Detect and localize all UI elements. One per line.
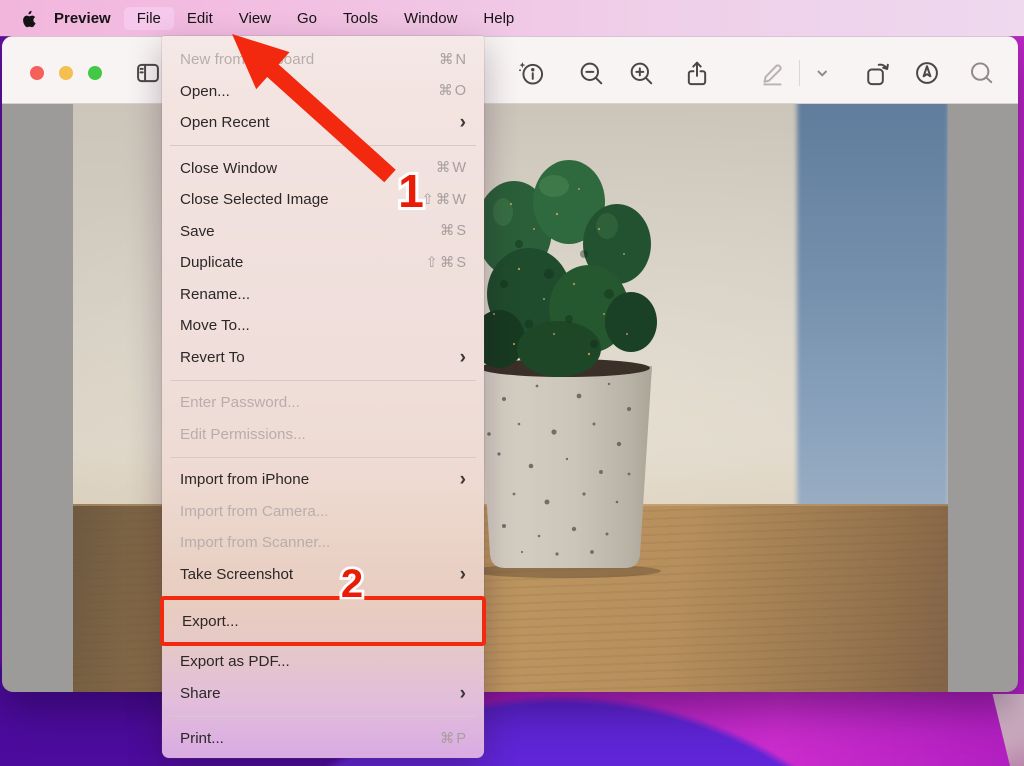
- menu-item-label: Open...: [180, 83, 438, 100]
- menu-item-shortcut: ⌘S: [440, 223, 468, 239]
- menu-item-revert-to[interactable]: Revert To›: [162, 342, 484, 374]
- menu-item-export[interactable]: Export...: [164, 600, 482, 642]
- menu-item-label: Export as PDF...: [180, 653, 468, 670]
- menubar-item-file[interactable]: File: [124, 7, 174, 30]
- menu-item-shortcut: ⇧⌘W: [422, 192, 468, 208]
- menu-item-shortcut: ⌘O: [438, 83, 468, 99]
- menu-item-import-from-scanner: Import from Scanner...: [162, 527, 484, 559]
- menu-separator: [170, 380, 476, 381]
- menubar: PreviewFileEditViewGoToolsWindowHelp: [0, 0, 1024, 36]
- submenu-chevron-icon: ›: [460, 113, 466, 132]
- menu-item-label: New from Clipboard: [180, 51, 439, 68]
- menubar-item-help[interactable]: Help: [470, 7, 527, 30]
- menu-item-save[interactable]: Save⌘S: [162, 216, 484, 248]
- minimize-window-button[interactable]: [59, 66, 73, 80]
- menubar-items: PreviewFileEditViewGoToolsWindowHelp: [41, 7, 527, 30]
- menu-item-label: Open Recent: [180, 114, 460, 131]
- apple-menu-icon[interactable]: [19, 8, 37, 28]
- menu-item-label: Print...: [180, 730, 440, 747]
- file-menu-items: New from Clipboard⌘NOpen...⌘OOpen Recent…: [162, 44, 484, 755]
- menubar-item-tools[interactable]: Tools: [330, 7, 391, 30]
- menu-item-shortcut: ⇧⌘S: [426, 255, 468, 271]
- menu-separator: [170, 145, 476, 146]
- menu-item-label: Move To...: [180, 317, 468, 334]
- menubar-item-view[interactable]: View: [226, 7, 284, 30]
- menubar-item-preview[interactable]: Preview: [41, 7, 124, 30]
- zoom-in-icon[interactable]: [627, 59, 655, 87]
- close-window-button[interactable]: [30, 66, 44, 80]
- menu-item-label: Edit Permissions...: [180, 426, 468, 443]
- menu-item-rename[interactable]: Rename...: [162, 279, 484, 311]
- menu-item-label: Import from Camera...: [180, 503, 468, 520]
- menu-item-label: Export...: [182, 613, 466, 630]
- menu-item-label: Import from iPhone: [180, 471, 460, 488]
- menu-item-label: Share: [180, 685, 460, 702]
- preview-window: [2, 36, 1018, 692]
- toolbar-divider: [799, 60, 800, 86]
- menubar-item-window[interactable]: Window: [391, 7, 470, 30]
- export-highlight-box: Export...: [160, 596, 486, 646]
- menu-item-take-screenshot[interactable]: Take Screenshot›: [162, 559, 484, 591]
- menu-item-open[interactable]: Open...⌘O: [162, 76, 484, 108]
- menu-item-label: Save: [180, 223, 440, 240]
- menu-item-import-from-camera: Import from Camera...: [162, 496, 484, 528]
- menu-item-share[interactable]: Share›: [162, 678, 484, 710]
- menu-item-label: Close Selected Image: [180, 191, 422, 208]
- menu-item-label: Rename...: [180, 286, 468, 303]
- toolbar: [2, 36, 1018, 104]
- menu-item-open-recent[interactable]: Open Recent›: [162, 107, 484, 139]
- file-menu: New from Clipboard⌘NOpen...⌘OOpen Recent…: [162, 36, 484, 758]
- annotate-icon[interactable]: [913, 59, 941, 87]
- menu-item-label: Close Window: [180, 160, 436, 177]
- photo-cactus-pot: [459, 134, 665, 579]
- submenu-chevron-icon: ›: [460, 684, 466, 703]
- menu-item-close-window[interactable]: Close Window⌘W: [162, 153, 484, 185]
- markup-pencil-icon: [759, 59, 787, 87]
- menu-item-duplicate[interactable]: Duplicate⇧⌘S: [162, 247, 484, 279]
- menu-item-label: Duplicate: [180, 254, 426, 271]
- screen: PreviewFileEditViewGoToolsWindowHelp New…: [0, 0, 1024, 766]
- sidebar-icon[interactable]: [134, 59, 162, 87]
- rotate-icon[interactable]: [863, 59, 891, 87]
- share-icon[interactable]: [683, 59, 711, 87]
- get-info-icon[interactable]: [517, 59, 545, 87]
- menu-item-move-to[interactable]: Move To...: [162, 310, 484, 342]
- menu-item-export-as-pdf[interactable]: Export as PDF...: [162, 646, 484, 678]
- menu-item-shortcut: ⌘W: [436, 160, 468, 176]
- menu-item-label: Enter Password...: [180, 394, 468, 411]
- menu-item-label: Take Screenshot: [180, 566, 460, 583]
- wallpaper-wedge: [954, 694, 1024, 766]
- submenu-chevron-icon: ›: [460, 470, 466, 489]
- menu-item-edit-permissions: Edit Permissions...: [162, 419, 484, 451]
- menu-item-label: Revert To: [180, 349, 460, 366]
- submenu-chevron-icon: ›: [460, 565, 466, 584]
- menu-separator: [170, 716, 476, 717]
- menu-item-import-from-iphone[interactable]: Import from iPhone›: [162, 464, 484, 496]
- zoom-out-icon[interactable]: [577, 59, 605, 87]
- menu-separator: [170, 457, 476, 458]
- submenu-chevron-icon: ›: [460, 348, 466, 367]
- menu-item-print[interactable]: Print...⌘P: [162, 723, 484, 755]
- menu-item-enter-password: Enter Password...: [162, 387, 484, 419]
- menu-item-new-from-clipboard: New from Clipboard⌘N: [162, 44, 484, 76]
- menu-item-shortcut: ⌘P: [440, 731, 468, 747]
- menu-item-label: Import from Scanner...: [180, 534, 468, 551]
- menu-item-close-selected-image[interactable]: Close Selected Image⇧⌘W: [162, 184, 484, 216]
- menubar-item-go[interactable]: Go: [284, 7, 330, 30]
- search-icon[interactable]: [967, 59, 995, 87]
- menu-item-shortcut: ⌘N: [439, 52, 468, 68]
- menubar-item-edit[interactable]: Edit: [174, 7, 226, 30]
- markup-dropdown-chevron-icon[interactable]: [808, 59, 836, 87]
- photo-blue-wall-band: [797, 104, 948, 512]
- fullscreen-window-button[interactable]: [88, 66, 102, 80]
